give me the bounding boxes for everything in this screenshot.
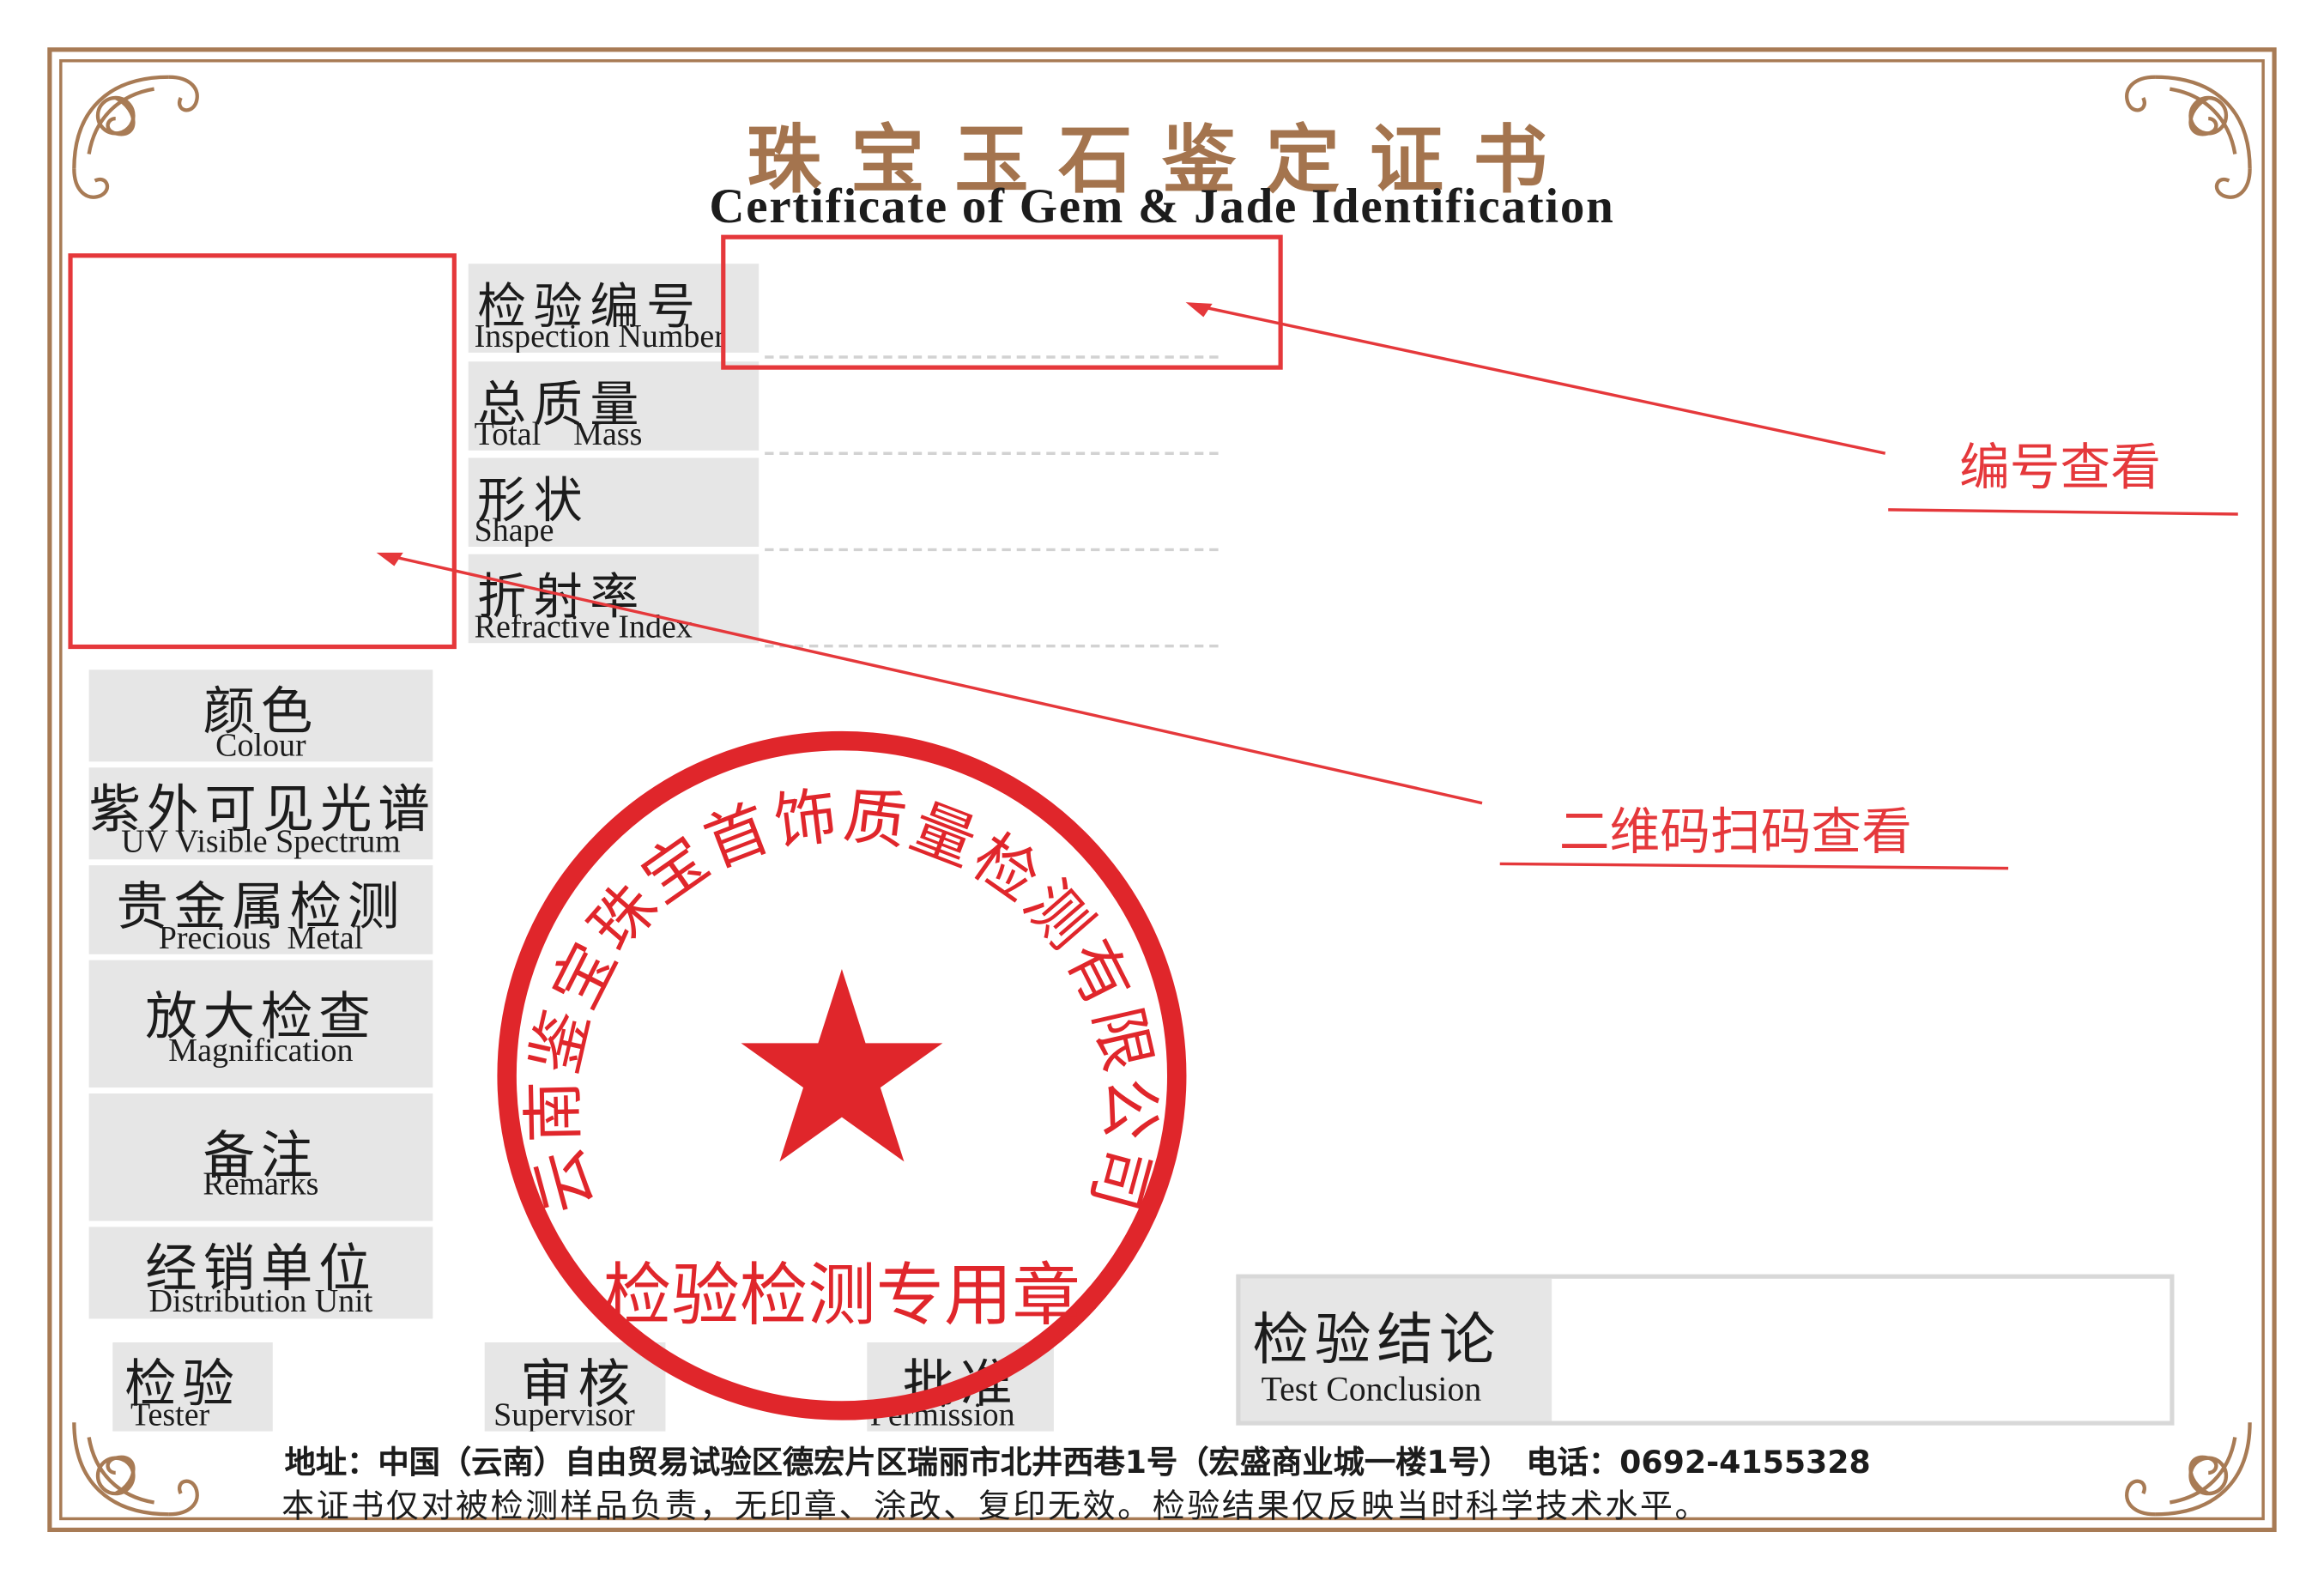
field-shape: 形状 Shape bbox=[468, 457, 760, 548]
field-label-en: Total Mass bbox=[474, 415, 643, 451]
annotation-number-view: 编号查看 bbox=[1959, 438, 2161, 499]
field-refractive-index: 折射率 Refractive Index bbox=[468, 554, 760, 644]
field-value-line bbox=[765, 355, 1219, 359]
footer-address: 地址：中国（云南）自由贸易试验区德宏片区瑞丽市北井西巷1号（宏盛商业城一楼1号）… bbox=[284, 1445, 1871, 1481]
certificate: 珠宝玉石鉴定证书 Certificate of Gem & Jade Ident… bbox=[0, 0, 2324, 1581]
field-label-en: Shape bbox=[474, 511, 554, 548]
corner-ornament-top-right bbox=[2125, 75, 2252, 199]
field-label-en: Distribution Unit bbox=[148, 1281, 373, 1319]
seal-star-icon bbox=[741, 969, 943, 1162]
field-label-en: UV Visible Spectrum bbox=[121, 822, 401, 860]
official-seal: 云南鉴宝珠宝首饰质量检测有限公司 检验检测专用章 bbox=[497, 730, 1187, 1420]
test-conclusion-label: 检验结论 Test Conclusion bbox=[1240, 1278, 1552, 1421]
corner-ornament-top-left bbox=[72, 75, 199, 199]
field-value-line bbox=[765, 451, 1219, 455]
field-remarks: 备注 Remarks bbox=[88, 1093, 433, 1221]
test-conclusion-box: 检验结论 Test Conclusion bbox=[1236, 1274, 2175, 1426]
field-value-line bbox=[765, 644, 1219, 648]
field-label-en: Refractive Index bbox=[474, 607, 693, 644]
field-distribution-unit: 经销单位 Distribution Unit bbox=[88, 1227, 433, 1319]
field-label-en: Remarks bbox=[203, 1164, 319, 1202]
field-magnification: 放大检查 Magnification bbox=[88, 960, 433, 1088]
annotation-qr-view: 二维码扫码查看 bbox=[1558, 803, 1912, 863]
field-colour: 颜色 Colour bbox=[88, 669, 433, 762]
conclusion-label-en: Test Conclusion bbox=[1261, 1370, 1482, 1408]
signature-tester: 检验 Tester bbox=[112, 1342, 273, 1432]
field-total-mass: 总质量 Total Mass bbox=[468, 361, 760, 451]
seal-bottom-text: 检验检测专用章 bbox=[603, 1255, 1080, 1335]
title-english: Certificate of Gem & Jade Identification bbox=[709, 180, 1615, 234]
field-inspection-number: 检验编号 Inspection Number bbox=[468, 264, 760, 353]
field-value-line bbox=[765, 548, 1219, 552]
field-precious-metal: 贵金属检测 Precious Metal bbox=[88, 865, 433, 954]
field-label-en: Precious Metal bbox=[158, 918, 364, 954]
signature-label-en: Tester bbox=[130, 1396, 210, 1432]
qr-photo-box[interactable] bbox=[68, 253, 457, 650]
field-label-en: Inspection Number bbox=[474, 317, 725, 353]
field-label-en: Colour bbox=[215, 725, 306, 762]
conclusion-label-cn: 检验结论 bbox=[1252, 1306, 1502, 1372]
footer-disclaimer: 本证书仅对被检测样品负责，无印章、涂改、复印无效。检验结果仅反映当时科学技术水平… bbox=[281, 1488, 1710, 1527]
field-uv-spectrum: 紫外可见光谱 UV Visible Spectrum bbox=[88, 767, 433, 860]
field-label-en: Magnification bbox=[168, 1031, 354, 1069]
